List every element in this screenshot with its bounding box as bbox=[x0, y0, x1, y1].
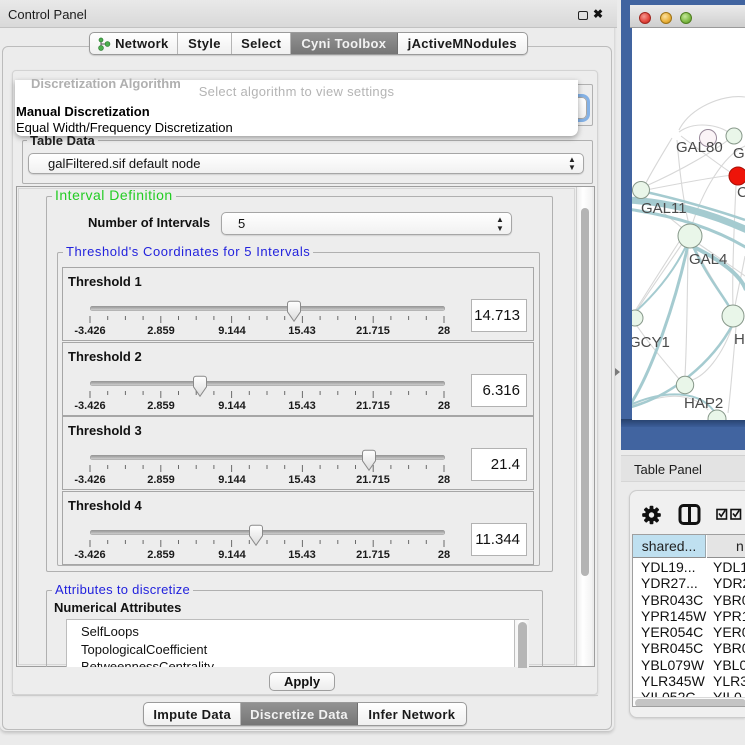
svg-text:HAP2: HAP2 bbox=[684, 395, 723, 412]
svg-text:GCY1: GCY1 bbox=[632, 334, 670, 351]
svg-text:H: H bbox=[734, 331, 745, 348]
svg-text:GAL11: GAL11 bbox=[641, 200, 687, 217]
svg-text:G.: G. bbox=[733, 145, 745, 162]
svg-text:GAL80: GAL80 bbox=[676, 139, 723, 156]
svg-text:GAL4: GAL4 bbox=[689, 251, 727, 268]
svg-text:C: C bbox=[737, 184, 745, 201]
